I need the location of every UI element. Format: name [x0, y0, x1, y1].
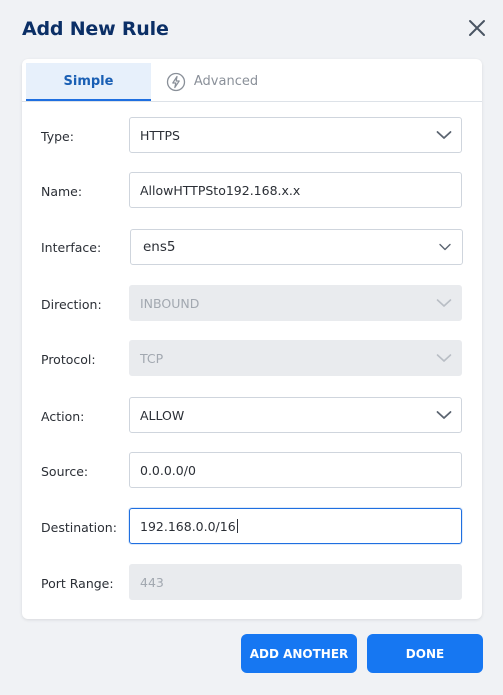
destination-row: Destination: 192.168.0.0/16 — [22, 508, 482, 546]
type-value: HTTPS — [140, 127, 180, 143]
protocol-value: TCP — [140, 350, 164, 366]
dialog-title: Add New Rule — [22, 18, 169, 40]
action-label: Action: — [41, 408, 85, 424]
protocol-label: Protocol: — [41, 351, 96, 367]
tab-simple[interactable]: Simple — [26, 63, 151, 101]
type-label: Type: — [41, 128, 74, 144]
interface-select[interactable]: ens5 — [130, 229, 463, 265]
chevron-down-icon — [436, 131, 452, 139]
name-label: Name: — [41, 183, 83, 199]
direction-row: Direction: INBOUND — [22, 285, 482, 323]
text-cursor — [236, 519, 238, 533]
type-row: Type: HTTPS — [22, 117, 482, 155]
port-range-row: Port Range: 443 — [22, 564, 482, 602]
destination-label: Destination: — [41, 519, 117, 535]
tab-advanced[interactable]: Advanced — [162, 63, 262, 100]
close-icon — [469, 20, 485, 36]
source-value: 0.0.0.0/0 — [140, 462, 196, 478]
tab-bar: Simple Advanced — [22, 59, 482, 102]
lightning-icon — [166, 72, 186, 91]
action-select[interactable]: ALLOW — [129, 397, 462, 433]
destination-value: 192.168.0.0/16 — [140, 518, 236, 534]
direction-label: Direction: — [41, 296, 102, 312]
destination-field[interactable]: 192.168.0.0/16 — [129, 508, 462, 544]
action-row: Action: ALLOW — [22, 397, 482, 435]
direction-value: INBOUND — [140, 295, 200, 311]
name-row: Name: AllowHTTPSto192.168.x.x — [22, 172, 482, 210]
protocol-row: Protocol: TCP — [22, 340, 482, 378]
interface-value: ens5 — [143, 239, 176, 255]
chevron-down-icon — [436, 299, 452, 307]
name-field[interactable]: AllowHTTPSto192.168.x.x — [129, 172, 462, 208]
chevron-down-icon — [439, 243, 451, 251]
interface-row: Interface: ens5 — [22, 228, 482, 266]
action-value: ALLOW — [140, 407, 185, 423]
add-another-button[interactable]: ADD ANOTHER — [241, 634, 357, 673]
port-range-value: 443 — [140, 574, 164, 590]
tab-advanced-label: Advanced — [193, 74, 259, 89]
direction-select: INBOUND — [129, 285, 462, 321]
interface-label: Interface: — [41, 239, 102, 255]
chevron-down-icon — [436, 411, 452, 419]
close-button[interactable] — [466, 17, 488, 39]
protocol-select: TCP — [129, 340, 462, 376]
rule-form-card: Simple Advanced Type: HTTPS Name: AllowH… — [22, 59, 482, 619]
source-row: Source: 0.0.0.0/0 — [22, 452, 482, 490]
source-label: Source: — [41, 463, 89, 479]
type-select[interactable]: HTTPS — [129, 117, 462, 153]
tab-simple-label: Simple — [63, 73, 114, 89]
port-range-field: 443 — [129, 564, 462, 600]
source-field[interactable]: 0.0.0.0/0 — [129, 452, 462, 488]
port-range-label: Port Range: — [41, 575, 114, 591]
done-button[interactable]: DONE — [367, 634, 483, 673]
chevron-down-icon — [436, 354, 452, 362]
name-value: AllowHTTPSto192.168.x.x — [140, 182, 301, 198]
